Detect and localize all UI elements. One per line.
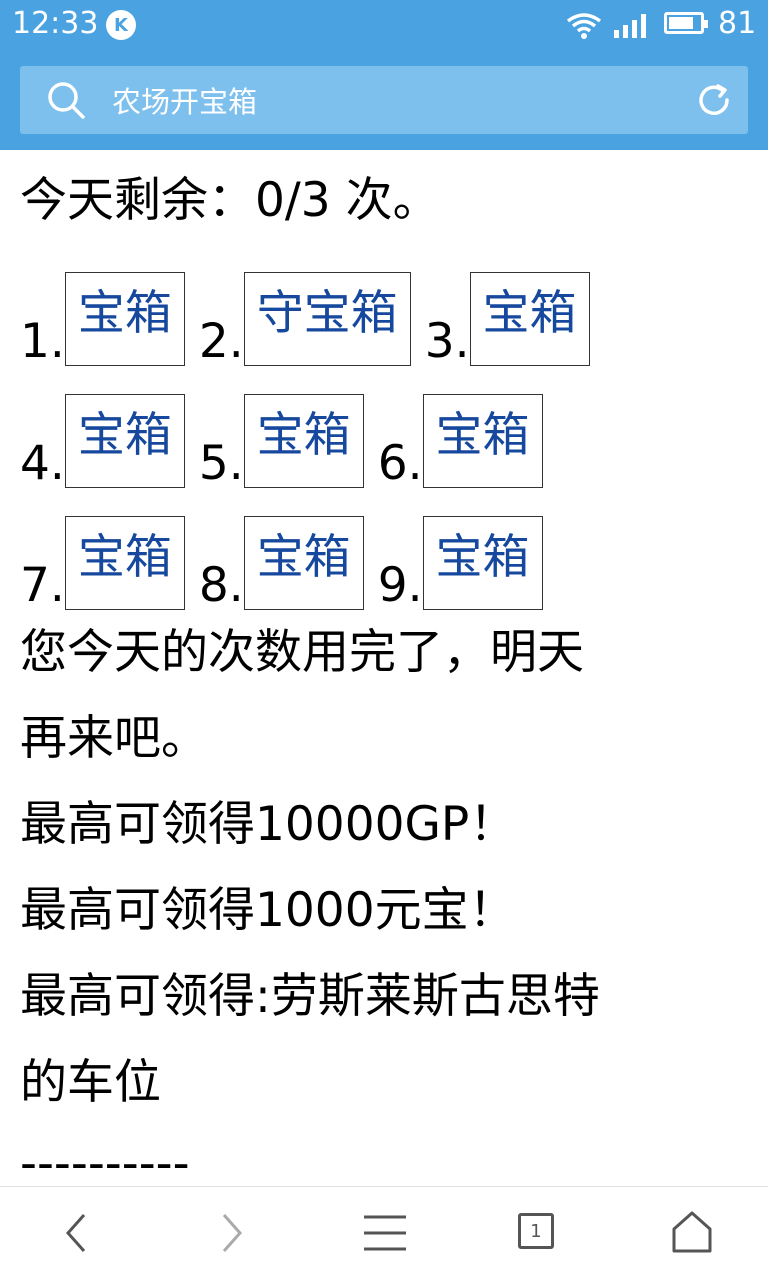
- chest-link[interactable]: 宝箱: [243, 516, 364, 610]
- chest-item: 9. 宝箱: [378, 516, 543, 613]
- search-bar[interactable]: 农场开宝箱: [20, 66, 748, 134]
- chest-item: 3. 宝箱: [425, 272, 590, 369]
- chest-row: 7. 宝箱 8. 宝箱 9. 宝箱: [20, 488, 755, 613]
- chest-link[interactable]: 宝箱: [64, 394, 185, 488]
- chest-item: 7. 宝箱: [20, 516, 185, 613]
- battery-fill: [669, 17, 693, 29]
- chest-item: 4. 宝箱: [20, 394, 185, 491]
- chest-number: 9.: [377, 558, 423, 613]
- chest-item: 5. 宝箱: [199, 394, 364, 491]
- chest-link[interactable]: 宝箱: [64, 272, 185, 366]
- reward-car-cont: 的车位: [20, 1055, 161, 1110]
- search-query[interactable]: 农场开宝箱: [112, 79, 257, 121]
- chest-number: 7.: [20, 558, 65, 613]
- bottom-nav-bar: 1: [0, 1186, 768, 1281]
- forward-arrow-icon[interactable]: [218, 1211, 246, 1255]
- signal-icon: [614, 14, 646, 38]
- chest-number: 3.: [424, 314, 470, 369]
- chest-number: 2.: [198, 314, 244, 369]
- tabs-button[interactable]: 1: [518, 1213, 554, 1249]
- used-up-message: 您今天的次数用完了，明天: [20, 625, 584, 680]
- wifi-icon: [566, 13, 602, 39]
- page-content: 今天剩余：0/3 次。 1. 宝箱 2. 守宝箱 3. 宝箱 4. 宝箱 5. …: [20, 158, 755, 1194]
- chest-link[interactable]: 宝箱: [422, 516, 543, 610]
- app-notification-icon: K: [106, 10, 136, 40]
- battery-level: 81: [718, 6, 757, 41]
- back-arrow-icon[interactable]: [62, 1211, 90, 1255]
- chest-row: 1. 宝箱 2. 守宝箱 3. 宝箱: [20, 244, 755, 369]
- chest-number: 5.: [198, 436, 244, 491]
- chest-link[interactable]: 守宝箱: [243, 272, 411, 366]
- remaining-count: 今天剩余：0/3 次。: [20, 173, 440, 228]
- reward-gp: 最高可领得10000GP！: [20, 797, 517, 852]
- status-time: 12:33: [12, 6, 99, 41]
- home-icon[interactable]: [670, 1209, 714, 1253]
- chest-item: 2. 守宝箱: [199, 272, 411, 369]
- refresh-icon[interactable]: [694, 80, 734, 120]
- chest-number: 4.: [20, 436, 65, 491]
- chest-item: 8. 宝箱: [199, 516, 364, 613]
- search-icon: [48, 82, 85, 119]
- menu-icon[interactable]: [362, 1213, 408, 1253]
- chest-link[interactable]: 宝箱: [64, 516, 185, 610]
- battery-icon: [664, 12, 708, 34]
- browser-header: 农场开宝箱: [0, 52, 768, 150]
- used-up-message-cont: 再来吧。: [20, 711, 208, 766]
- chest-link[interactable]: 宝箱: [243, 394, 364, 488]
- chest-item: 1. 宝箱: [20, 272, 185, 369]
- chest-row: 4. 宝箱 5. 宝箱 6. 宝箱: [20, 366, 755, 491]
- chest-link[interactable]: 宝箱: [422, 394, 543, 488]
- status-bar: 12:33 K 81: [0, 0, 768, 52]
- separator: ----------: [20, 1136, 190, 1191]
- chest-item: 6. 宝箱: [378, 394, 543, 491]
- reward-yuanbao: 最高可领得1000元宝！: [20, 883, 516, 938]
- chest-number: 8.: [198, 558, 244, 613]
- chest-number: 1.: [20, 314, 65, 369]
- reward-car: 最高可领得:劳斯莱斯古思特: [20, 969, 600, 1024]
- chest-link[interactable]: 宝箱: [469, 272, 590, 366]
- chest-number: 6.: [377, 436, 423, 491]
